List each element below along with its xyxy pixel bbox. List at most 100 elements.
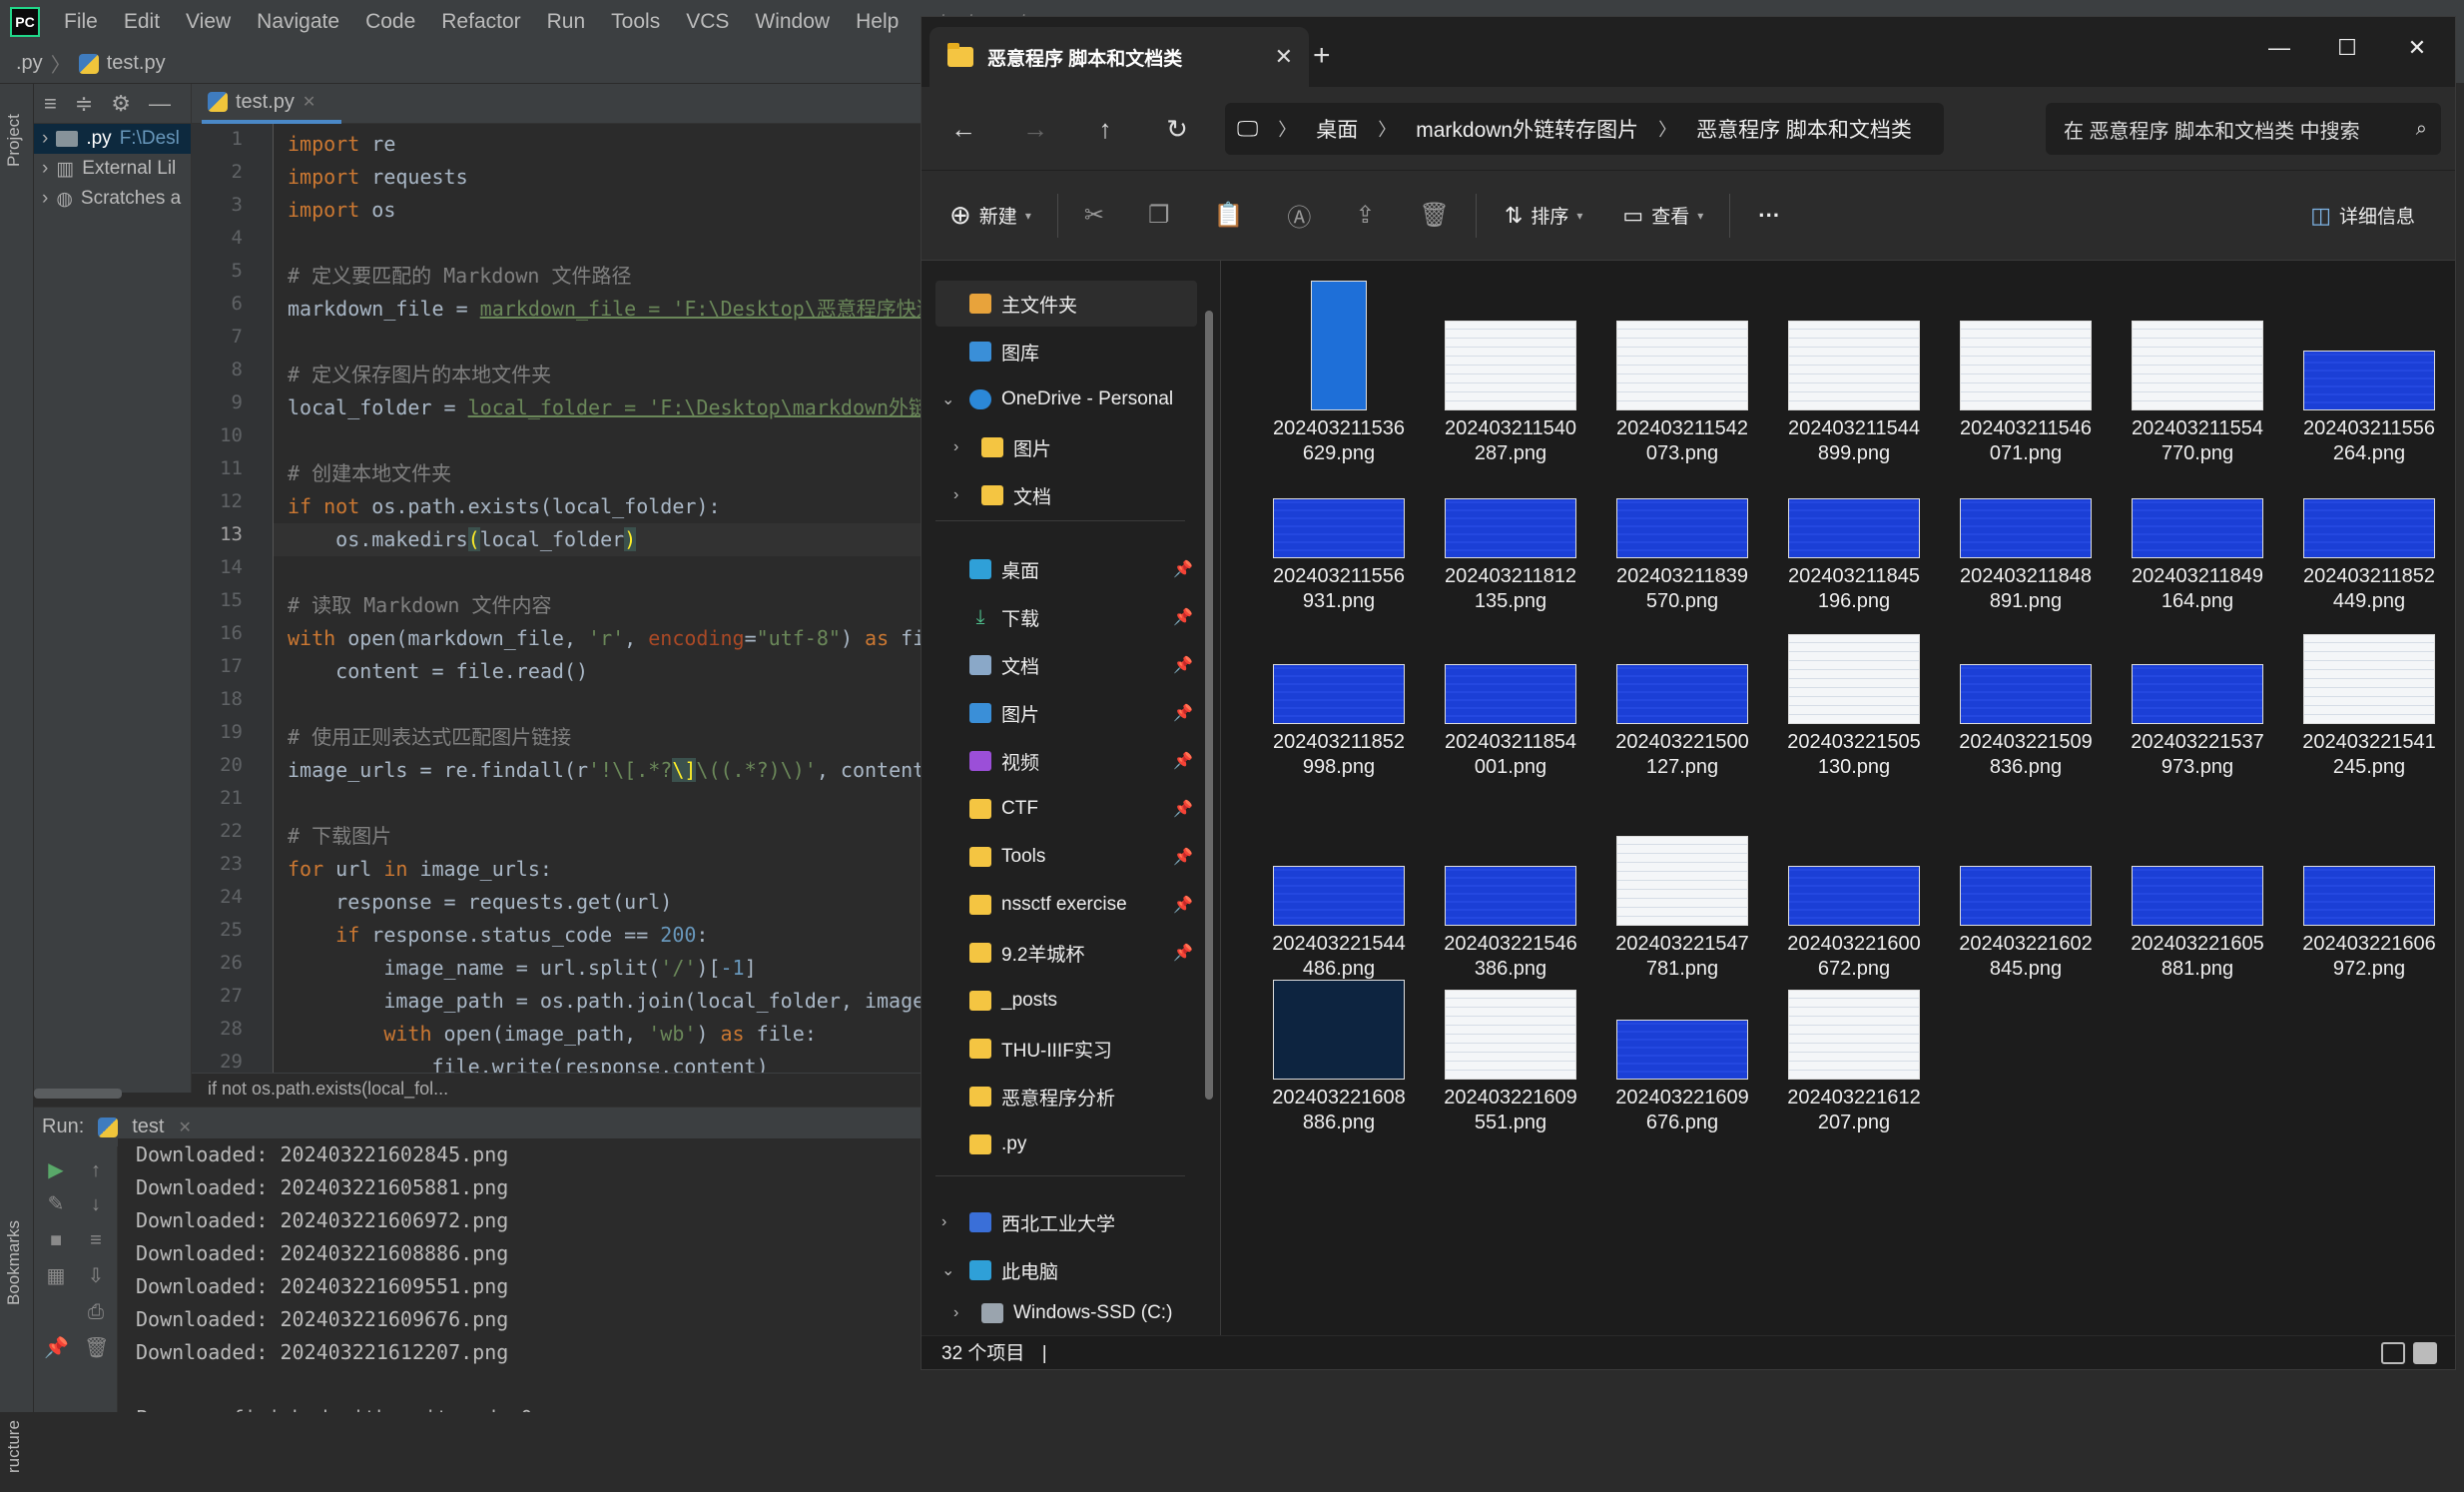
chevron-right-icon[interactable]: › xyxy=(42,128,48,150)
layout-icon[interactable]: ▦ xyxy=(44,1264,68,1288)
close-window-button[interactable]: ✕ xyxy=(2397,35,2437,61)
breadcrumb-desktop[interactable]: 桌面 xyxy=(1316,114,1358,144)
new-tab-button[interactable]: + xyxy=(1313,39,1331,73)
pin-icon[interactable]: 📌 xyxy=(1173,559,1193,579)
menu-edit[interactable]: Edit xyxy=(124,10,160,34)
rename-icon[interactable]: Ⓐ xyxy=(1287,198,1311,233)
menu-file[interactable]: File xyxy=(64,10,98,34)
nav-item-posts[interactable]: _posts xyxy=(935,978,1197,1024)
file-item[interactable]: 202403211845 196.png xyxy=(1768,428,1940,614)
file-item[interactable]: 202403211849 164.png xyxy=(2112,428,2283,614)
search-input[interactable]: 在 恶意程序 脚本和文档类 中搜索 ⌕ xyxy=(2046,103,2441,155)
refresh-icon[interactable]: ↻ xyxy=(1157,109,1197,149)
file-item[interactable]: 202403211812 135.png xyxy=(1425,428,1596,614)
close-icon[interactable]: ✕ xyxy=(179,1118,192,1137)
tree-item-scratches[interactable]: › ◍ Scratches a xyxy=(34,184,191,214)
nav-item-documents[interactable]: 文档 📌 xyxy=(935,642,1197,688)
nav-item-malware-analysis[interactable]: 恶意程序分析 xyxy=(935,1074,1197,1119)
more-options-button[interactable]: ··· xyxy=(1758,203,1780,229)
nav-item-nwpu[interactable]: › 西北工业大学 xyxy=(935,1199,1197,1245)
file-item[interactable]: 202403221602 845.png xyxy=(1940,796,2112,982)
expand-icon[interactable]: ≡ xyxy=(44,91,57,117)
file-item[interactable]: 202403211848 891.png xyxy=(1940,428,2112,614)
chevron-right-icon[interactable]: › xyxy=(953,1304,958,1322)
file-item[interactable]: 202403221500 127.png xyxy=(1596,594,1768,780)
print-icon[interactable]: ⎙ xyxy=(84,1300,108,1324)
tab-test-py[interactable]: test.py ✕ xyxy=(202,84,341,124)
pin-icon[interactable]: 📌 xyxy=(1173,943,1193,963)
stop-icon[interactable]: ■ xyxy=(44,1228,68,1252)
wrench-icon[interactable]: ✎ xyxy=(44,1192,68,1216)
file-item[interactable]: 202403221606 972.png xyxy=(2283,796,2455,982)
nav-item-pictures[interactable]: 图片 📌 xyxy=(935,690,1197,736)
breadcrumb-file[interactable]: test.py xyxy=(107,52,166,75)
run-config-tab[interactable]: test xyxy=(132,1116,164,1138)
menu-refactor[interactable]: Refactor xyxy=(441,10,520,34)
nav-item-onedrive-pictures[interactable]: › 图片 xyxy=(935,424,1197,470)
pin-icon[interactable]: 📌 xyxy=(44,1336,69,1360)
new-button[interactable]: ⊕ 新建 ▾ xyxy=(949,200,1031,231)
nav-scrollbar[interactable] xyxy=(1205,311,1213,1100)
nav-item-thu-iiif[interactable]: THU-IIIF实习 xyxy=(935,1026,1197,1072)
file-item[interactable]: 202403221609 551.png xyxy=(1425,950,1596,1135)
tree-item-py[interactable]: › .py F:\Desl xyxy=(34,124,191,154)
menu-window[interactable]: Window xyxy=(755,10,830,34)
file-item[interactable]: 202403211852 998.png xyxy=(1253,594,1425,780)
menu-run[interactable]: Run xyxy=(547,10,586,34)
share-icon[interactable]: ⇪ xyxy=(1355,201,1375,230)
address-breadcrumb[interactable]: 🖵 〉 桌面 〉 markdown外链转存图片 〉 恶意程序 脚本和文档类 xyxy=(1225,103,1944,155)
pin-icon[interactable]: 📌 xyxy=(1173,607,1193,627)
collapse-icon[interactable]: ≑ xyxy=(75,91,93,117)
details-button[interactable]: ◫ 详细信息 xyxy=(2310,202,2415,229)
nav-item-onedrive[interactable]: ⌄ OneDrive - Personal xyxy=(935,376,1197,422)
nav-item-downloads[interactable]: ⤓ 下载 📌 xyxy=(935,594,1197,640)
paste-icon[interactable]: 📋 xyxy=(1213,201,1243,230)
chevron-right-icon[interactable]: › xyxy=(953,486,958,504)
file-item[interactable]: 202403211852 449.png xyxy=(2283,428,2455,614)
nav-item-py[interactable]: .py xyxy=(935,1121,1197,1167)
details-view-button[interactable] xyxy=(2381,1342,2405,1364)
chevron-right-icon[interactable]: › xyxy=(42,188,48,210)
pin-icon[interactable]: 📌 xyxy=(1173,847,1193,867)
nav-item-tools[interactable]: Tools 📌 xyxy=(935,834,1197,880)
pin-icon[interactable]: 📌 xyxy=(1173,703,1193,723)
menu-code[interactable]: Code xyxy=(365,10,415,34)
tree-item-external-libraries[interactable]: › ▥ External Lil xyxy=(34,154,191,184)
maximize-button[interactable]: ☐ xyxy=(2327,35,2367,61)
hide-icon[interactable]: — xyxy=(149,91,171,117)
search-icon[interactable]: ⌕ xyxy=(2416,118,2427,141)
menu-help[interactable]: Help xyxy=(856,10,899,34)
code-editor[interactable]: import re import requests import os # 定义… xyxy=(274,124,921,1073)
large-icons-view-button[interactable] xyxy=(2413,1342,2437,1364)
arrow-down-icon[interactable]: ↓ xyxy=(84,1192,108,1216)
nav-item-yangcheng[interactable]: 9.2羊城杯 📌 xyxy=(935,930,1197,976)
nav-item-ctf[interactable]: CTF 📌 xyxy=(935,786,1197,832)
breadcrumb-current-folder[interactable]: 恶意程序 脚本和文档类 xyxy=(1696,114,1912,144)
file-item[interactable]: 202403211556 931.png xyxy=(1253,428,1425,614)
nav-item-desktop[interactable]: 桌面 📌 xyxy=(935,546,1197,592)
nav-item-nssctf[interactable]: nssctf exercise 📌 xyxy=(935,882,1197,928)
arrow-up-icon[interactable]: ↑ xyxy=(84,1158,108,1182)
nav-item-this-pc[interactable]: ⌄ 此电脑 xyxy=(935,1247,1197,1293)
file-item[interactable]: 202403221537 973.png xyxy=(2112,594,2283,780)
breadcrumb-markdown-folder[interactable]: markdown外链转存图片 xyxy=(1416,114,1638,144)
back-arrow-icon[interactable]: ← xyxy=(943,109,983,149)
file-item[interactable]: 202403221509 836.png xyxy=(1940,594,2112,780)
breadcrumb-py-folder[interactable]: .py xyxy=(16,52,43,75)
soft-wrap-icon[interactable]: ≡ xyxy=(84,1228,108,1252)
forward-arrow-icon[interactable]: → xyxy=(1015,109,1055,149)
copy-icon[interactable]: ❐ xyxy=(1148,201,1170,230)
chevron-right-icon[interactable]: › xyxy=(953,438,958,456)
cut-icon[interactable]: ✂ xyxy=(1084,201,1104,230)
pin-icon[interactable]: 📌 xyxy=(1173,799,1193,819)
trash-icon[interactable]: 🗑 xyxy=(84,1336,109,1360)
bookmarks-tool-tab[interactable]: Bookmarks xyxy=(4,1202,28,1322)
close-icon[interactable]: ✕ xyxy=(303,92,315,112)
chevron-down-icon[interactable]: ⌄ xyxy=(941,389,954,409)
project-tool-tab[interactable]: Project xyxy=(4,96,28,186)
file-item[interactable]: 202403221541 245.png xyxy=(2283,594,2455,780)
scroll-end-icon[interactable]: ⇩ xyxy=(84,1264,108,1288)
nav-item-c-drive[interactable]: › Windows-SSD (C:) xyxy=(935,1295,1197,1331)
explorer-tab[interactable]: 恶意程序 脚本和文档类 ✕ xyxy=(929,27,1309,87)
file-item[interactable]: 202403221608 886.png xyxy=(1253,950,1425,1135)
